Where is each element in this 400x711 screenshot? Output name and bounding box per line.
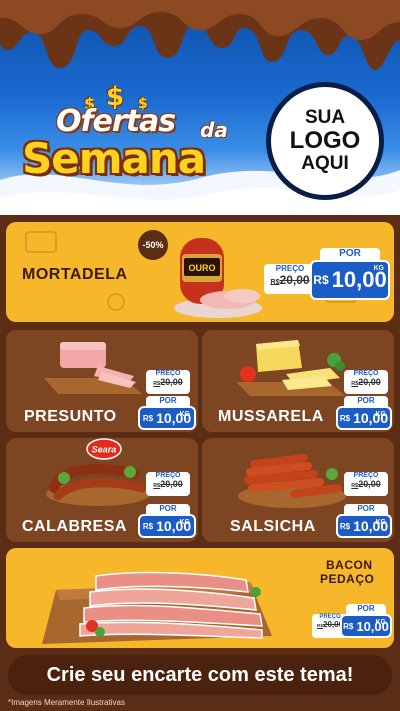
logo-line1: SUA [304, 107, 346, 129]
product-card-presunto: PRESUNTO PREÇO R$20,00 POR R$ 10,00 KG [6, 330, 198, 432]
product-name: PRESUNTO [24, 408, 117, 425]
logo-placeholder: SUA LOGO AQUI [266, 82, 384, 200]
old-price-value: R$20,00 [153, 377, 183, 387]
new-price: R$ 10,00 KG [336, 514, 392, 538]
disclaimer-text: *Imagens Meramente Ilustrativas [8, 698, 125, 707]
logo-line3: AQUI [301, 152, 349, 174]
old-price-box: PREÇO R$20,00 [146, 370, 190, 394]
product-card-calabresa: Seara CALABRESA PREÇO R$20,00 POR R$ 10,0… [6, 438, 198, 542]
product-name: MORTADELA [22, 266, 128, 283]
cta-banner: Crie seu encarte com este tema! [8, 655, 392, 695]
old-price-label: PREÇO [275, 264, 305, 273]
new-price: R$ 10,00 KG [336, 406, 392, 430]
new-price: R$ 10,00 KG [340, 614, 392, 638]
old-price-value: R$20,00 [351, 479, 381, 489]
mortadela-image: OURO [174, 238, 262, 318]
product-name: CALABRESA [22, 518, 127, 535]
old-price-label: PREÇO [155, 472, 181, 479]
discount-badge: -50% [138, 230, 168, 260]
header-banner: $ $ $ Ofertas da Semana SUA LOGO AQUI [0, 0, 400, 215]
product-name-line2: PEDAÇO [320, 572, 375, 586]
old-price-label: PREÇO [353, 370, 379, 377]
old-price-label: PREÇO [353, 472, 379, 479]
product-card-salsicha: SALSICHA PREÇO R$20,00 POR R$ 10,00 KG [202, 438, 394, 542]
old-price-value: R$20,00 [153, 479, 183, 489]
presunto-image [44, 342, 142, 394]
old-price-box: PREÇO R$20,00 [146, 472, 190, 496]
offer-title: $ $ $ Ofertas da Semana [18, 82, 268, 192]
old-price-box: PREÇO R$20,00 [264, 264, 316, 294]
title-semana: Semana [22, 134, 206, 183]
product-card-bacon: BACON PEDAÇO PREÇO R$20,00 POR R$ 10,00 KG [6, 548, 394, 648]
salsicha-image [238, 454, 346, 508]
new-price: R$ 10,00 KG [310, 260, 390, 300]
product-name: MUSSARELA [218, 408, 324, 425]
product-card-mortadela: MORTADELA OURO -50% PREÇO R$20,00 POR R$… [6, 222, 394, 322]
new-price: R$ 10,00 KG [138, 406, 196, 430]
mussarela-image [236, 340, 346, 396]
brand-label: Seara [92, 445, 117, 455]
product-name: SALSICHA [230, 518, 316, 535]
old-price-value: R$20,00 [351, 377, 381, 387]
old-price-box: PREÇO R$20,00 [344, 370, 388, 394]
logo-line2: LOGO [289, 127, 361, 155]
chocolate-drip [0, 0, 400, 70]
product-name-line1: BACON [326, 558, 373, 572]
seara-logo: Seara [86, 438, 122, 460]
old-price-label: PREÇO [155, 370, 181, 377]
brand-label: OURO [189, 263, 216, 273]
old-price-box: PREÇO R$20,00 [344, 472, 388, 496]
product-card-mussarela: MUSSARELA PREÇO R$20,00 POR R$ 10,00 KG [202, 330, 394, 432]
old-price-value: R$20,00 [270, 273, 310, 287]
new-price: R$ 10,00 KG [138, 514, 196, 538]
bacon-image [42, 571, 272, 644]
